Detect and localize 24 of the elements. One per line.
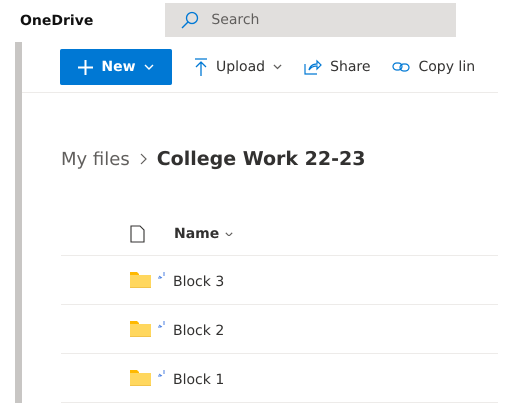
- chevron-down-icon: [225, 232, 234, 236]
- breadcrumb-item[interactable]: College Work 22-23: [156, 148, 366, 170]
- link-button[interactable]: Copy lin: [392, 59, 476, 75]
- folder-name[interactable]: Block 1: [173, 372, 224, 388]
- chevron-down-icon: [273, 64, 282, 70]
- breadcrumb-item[interactable]: My files: [61, 148, 130, 170]
- folder-name[interactable]: Block 2: [173, 323, 224, 339]
- search-field[interactable]: Search: [165, 3, 456, 37]
- upload-icon: [194, 58, 208, 76]
- folder-icon: [130, 321, 151, 337]
- file-icon: [130, 225, 145, 243]
- upload-button[interactable]: Upload: [194, 58, 282, 76]
- folder-icon: [130, 370, 151, 386]
- chevron-right-icon: [140, 153, 147, 165]
- column-header[interactable]: Name: [174, 226, 234, 242]
- plus-icon: [78, 60, 94, 74]
- link-icon: [392, 61, 410, 73]
- share-button[interactable]: Share: [304, 59, 370, 75]
- share-icon: [304, 59, 322, 75]
- new-button[interactable]: New: [60, 49, 172, 85]
- folder-name[interactable]: Block 3: [173, 274, 224, 290]
- app-title: OneDrive: [20, 13, 94, 29]
- folder-icon: [130, 272, 151, 288]
- chevron-down-icon: [144, 64, 154, 70]
